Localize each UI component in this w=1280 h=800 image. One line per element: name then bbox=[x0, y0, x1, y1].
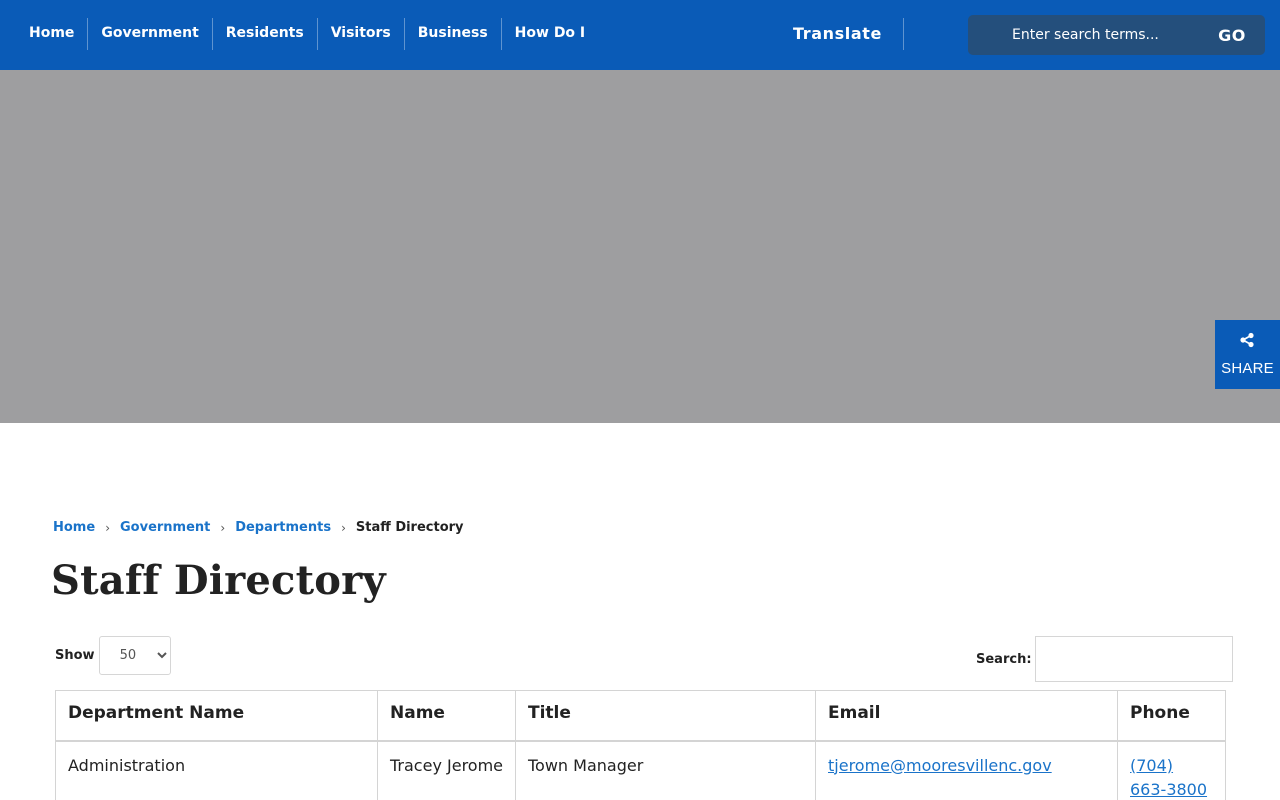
column-header-name[interactable]: Name bbox=[377, 690, 516, 742]
breadcrumb-home[interactable]: Home bbox=[53, 520, 95, 535]
phone-link[interactable]: (704) 663-3800 bbox=[1130, 756, 1207, 799]
share-label: SHARE bbox=[1221, 360, 1274, 377]
entries-per-page-select[interactable]: 50 bbox=[98, 636, 171, 675]
table-search-label: Search: bbox=[976, 651, 1032, 667]
breadcrumb-departments[interactable]: Departments bbox=[235, 520, 331, 535]
show-label: Show bbox=[55, 648, 95, 663]
nav-item-government[interactable]: Government bbox=[88, 18, 213, 50]
share-button[interactable]: SHARE bbox=[1215, 320, 1280, 389]
column-header-email[interactable]: Email bbox=[815, 690, 1118, 742]
cell-title: Town Manager bbox=[515, 740, 816, 800]
chevron-right-icon: › bbox=[220, 520, 226, 535]
table-row: Administration Tracey Jerome Town Manage… bbox=[55, 740, 1226, 800]
column-header-phone[interactable]: Phone bbox=[1117, 690, 1226, 742]
column-header-title[interactable]: Title bbox=[515, 690, 816, 742]
chevron-right-icon: › bbox=[105, 520, 110, 535]
staff-directory-table: Department Name Name Title Email Phone A… bbox=[55, 690, 1226, 800]
chevron-right-icon: › bbox=[341, 520, 346, 535]
breadcrumb-government[interactable]: Government bbox=[120, 520, 210, 535]
table-search-control: Search: bbox=[976, 636, 1233, 682]
email-link[interactable]: tjerome@mooresvillenc.gov bbox=[828, 756, 1052, 775]
nav-item-home[interactable]: Home bbox=[16, 18, 89, 50]
nav-item-visitors[interactable]: Visitors bbox=[318, 18, 405, 50]
hero-banner bbox=[0, 70, 1280, 423]
site-search-input[interactable] bbox=[1012, 15, 1162, 55]
column-header-department[interactable]: Department Name bbox=[55, 690, 378, 742]
share-icon bbox=[1240, 332, 1254, 348]
cell-email: tjerome@mooresvillenc.gov bbox=[815, 740, 1118, 800]
top-navigation-bar: Home Government Residents Visitors Busin… bbox=[0, 0, 1280, 70]
nav-item-residents[interactable]: Residents bbox=[213, 18, 318, 50]
translate-button[interactable]: Translate bbox=[766, 18, 904, 50]
table-search-input[interactable] bbox=[1034, 636, 1233, 682]
search-go-button[interactable]: GO bbox=[1207, 15, 1257, 55]
breadcrumb-current: Staff Directory bbox=[355, 520, 464, 535]
cell-name: Tracey Jerome bbox=[377, 740, 516, 800]
page-title: Staff Directory bbox=[51, 557, 386, 604]
breadcrumb: Home › Government › Departments › Staff … bbox=[53, 520, 464, 535]
nav-item-business[interactable]: Business bbox=[405, 18, 502, 50]
main-nav: Home Government Residents Visitors Busin… bbox=[16, 18, 598, 50]
entries-length-control: Show 50 bbox=[55, 636, 171, 675]
site-search: GO bbox=[968, 15, 1265, 55]
cell-department: Administration bbox=[55, 740, 378, 800]
nav-item-how-do-i[interactable]: How Do I bbox=[502, 18, 598, 50]
cell-phone: (704) 663-3800 bbox=[1117, 740, 1226, 800]
table-header-row: Department Name Name Title Email Phone bbox=[55, 690, 1226, 742]
